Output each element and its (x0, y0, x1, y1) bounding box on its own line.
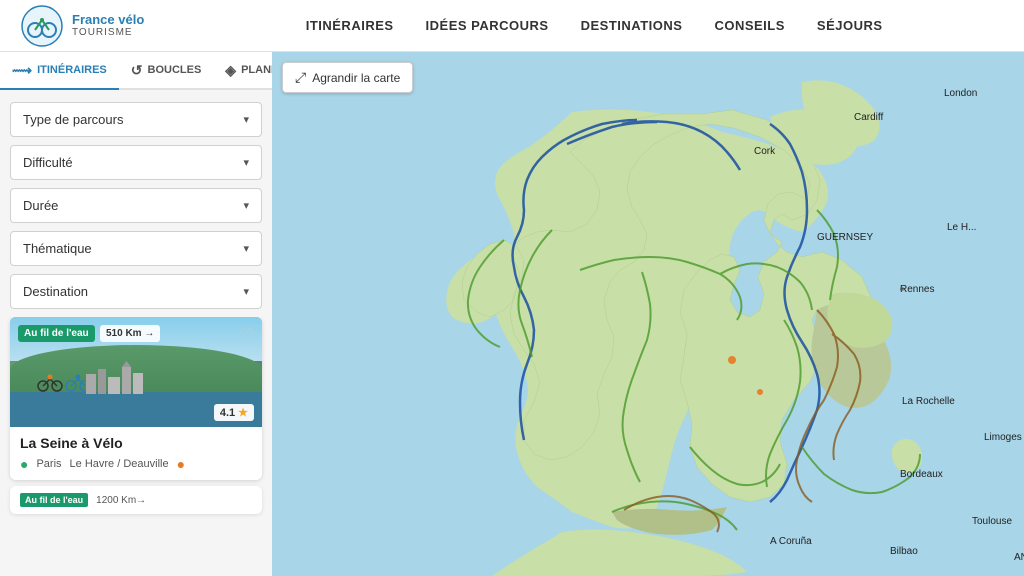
filter-thematique[interactable]: Thématique ▾ (10, 231, 262, 266)
logo-icon (20, 4, 64, 48)
route-card-seine[interactable]: Au fil de l'eau 510 Km → ♡ 4.1 ★ La Sein… (10, 317, 262, 480)
svg-text:ANDORRA: ANDORRA (1014, 552, 1024, 563)
svg-text:Rennes: Rennes (900, 284, 934, 295)
map-container: ⤢ Agrandir la carte (272, 52, 1024, 576)
filters-section: Type de parcours ▾ Difficulté ▾ Durée ▾ … (0, 90, 272, 317)
route-icon: ⟿ (12, 62, 32, 79)
star-icon: ★ (238, 406, 248, 419)
filter-difficulte[interactable]: Difficulté ▾ (10, 145, 262, 180)
partial-km: 1200 Km→ (96, 495, 146, 506)
svg-text:Le H...: Le H... (947, 222, 976, 233)
logo-france-velo: France vélo (72, 13, 144, 27)
card-title: La Seine à Vélo (20, 435, 252, 451)
plan-icon: ◈ (225, 62, 236, 79)
card-tag: Au fil de l'eau (18, 325, 95, 342)
expand-map-button[interactable]: ⤢ Agrandir la carte (282, 62, 413, 93)
card-km: 510 Km → (100, 325, 160, 342)
card-rating: 4.1 ★ (214, 404, 254, 421)
card-image: Au fil de l'eau 510 Km → ♡ 4.1 ★ (10, 317, 262, 427)
svg-text:London: London (944, 88, 977, 99)
chevron-icon-2: ▾ (243, 199, 249, 212)
svg-text:La Rochelle: La Rochelle (902, 396, 955, 407)
svg-text:Cardiff: Cardiff (854, 112, 883, 123)
main-nav: ITINÉRAIRES IDÉES PARCOURS DESTINATIONS … (184, 18, 1004, 33)
svg-text:Cork: Cork (754, 146, 776, 157)
loop-icon: ↺ (131, 62, 143, 79)
tab-boucles[interactable]: ↺ BOUCLES (119, 52, 214, 90)
filter-type-parcours[interactable]: Type de parcours ▾ (10, 102, 262, 137)
chevron-icon-0: ▾ (243, 113, 249, 126)
nav-idees-parcours[interactable]: IDÉES PARCOURS (426, 18, 549, 33)
tabs-bar: ⟿ ITINÉRAIRES ↺ BOUCLES ◈ PLANIFIER (0, 52, 272, 90)
nav-itineraires[interactable]: ITINÉRAIRES (306, 18, 394, 33)
logo-text: France vélo TOURISME (72, 13, 144, 38)
start-dot-icon: ● (20, 456, 28, 472)
svg-text:Limoges: Limoges (984, 432, 1022, 443)
card-favorite-button[interactable]: ♡ (240, 325, 254, 345)
card-body: La Seine à Vélo ● Paris Le Havre / Deauv… (10, 427, 262, 480)
expand-icon: ⤢ (295, 69, 306, 86)
tab-itineraires[interactable]: ⟿ ITINÉRAIRES (0, 52, 119, 90)
logo-tourisme: TOURISME (72, 27, 144, 38)
svg-text:Bordeaux: Bordeaux (900, 469, 943, 480)
card-end: Le Havre / Deauville (70, 458, 169, 470)
svg-text:A Coruña: A Coruña (770, 536, 812, 547)
filter-destination[interactable]: Destination ▾ (10, 274, 262, 309)
chevron-icon-1: ▾ (243, 156, 249, 169)
chevron-icon-4: ▾ (243, 285, 249, 298)
main-layout: ⟿ ITINÉRAIRES ↺ BOUCLES ◈ PLANIFIER Type… (0, 52, 1024, 576)
card-list: Au fil de l'eau 510 Km → ♡ 4.1 ★ La Sein… (0, 317, 272, 576)
end-dot-icon: ● (177, 456, 185, 472)
svg-text:GUERNSEY: GUERNSEY (817, 232, 873, 243)
chevron-icon-3: ▾ (243, 242, 249, 255)
card-route: ● Paris Le Havre / Deauville ● (20, 456, 252, 472)
nav-destinations[interactable]: DESTINATIONS (581, 18, 683, 33)
nav-sejours[interactable]: SÉJOURS (817, 18, 883, 33)
nav-conseils[interactable]: CONSEILS (714, 18, 784, 33)
svg-text:Bilbao: Bilbao (890, 546, 918, 557)
map-svg: London Cardiff Cork Bruxelles - Brussel … (272, 52, 1024, 576)
left-panel: ⟿ ITINÉRAIRES ↺ BOUCLES ◈ PLANIFIER Type… (0, 52, 272, 576)
logo[interactable]: France vélo TOURISME (20, 4, 144, 48)
filter-duree[interactable]: Durée ▾ (10, 188, 262, 223)
route-card-partial[interactable]: Au fil de l'eau 1200 Km→ (10, 486, 262, 514)
card-start: Paris (36, 458, 61, 470)
header: France vélo TOURISME ITINÉRAIRES IDÉES P… (0, 0, 1024, 52)
partial-tag: Au fil de l'eau (20, 493, 88, 507)
svg-text:Toulouse: Toulouse (972, 516, 1012, 527)
tab-planifier[interactable]: ◈ PLANIFIER (213, 52, 272, 90)
